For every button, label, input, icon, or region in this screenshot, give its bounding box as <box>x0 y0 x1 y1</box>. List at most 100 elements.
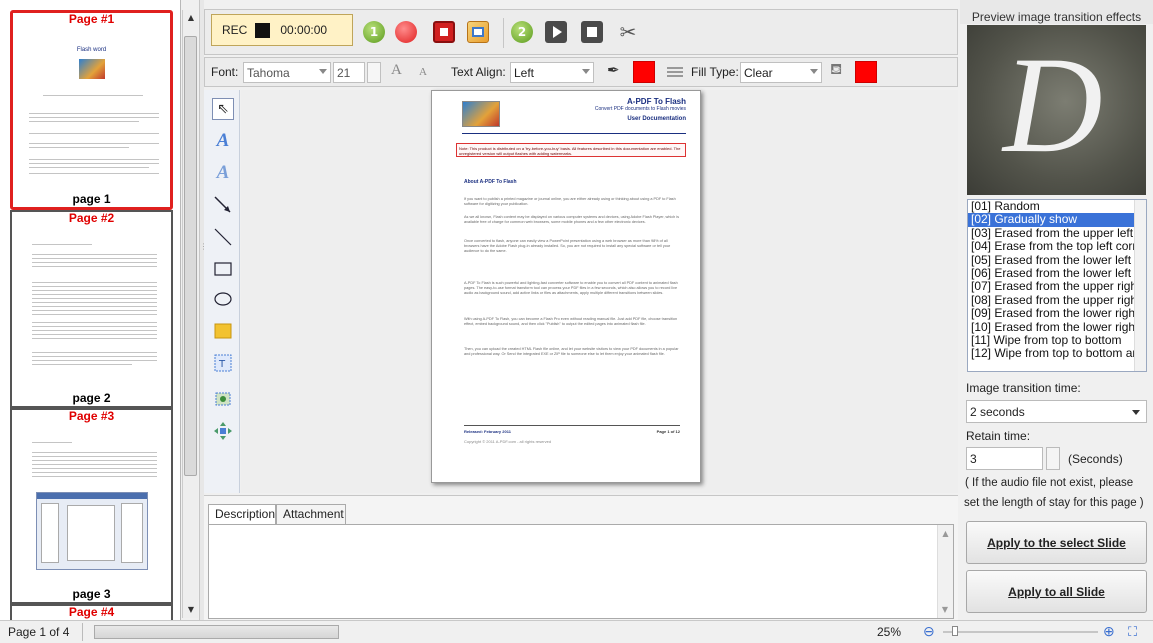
document-page-number: Page 1 of 12 <box>656 429 680 434</box>
retain-time-stepper[interactable] <box>1046 447 1060 470</box>
line-style-icon[interactable] <box>667 67 683 69</box>
scroll-up-icon[interactable]: ▲ <box>938 529 953 538</box>
effect-list-item[interactable]: [08] Erased from the upper right <box>968 294 1136 307</box>
retain-time-value: 3 <box>970 452 977 466</box>
thumbnail-page-4[interactable]: Page #4 <box>10 604 173 620</box>
apply-all-slides-button[interactable]: Apply to all Slide <box>966 570 1147 613</box>
fit-page-icon[interactable]: ⛶ <box>1128 624 1137 640</box>
thumbnail-scrollbar[interactable]: ▲ ▼ <box>182 10 198 618</box>
tab-attachment[interactable]: Attachment <box>276 504 346 524</box>
thumbnail-page-2[interactable]: Page #2 page 2 <box>10 210 173 408</box>
thumbnail-page-3[interactable]: Page #3 page 3 <box>10 408 173 604</box>
description-textarea[interactable]: ▲ ▼ <box>208 524 954 619</box>
thumbnail-label: page 3 <box>72 587 111 601</box>
zoom-in-icon[interactable]: ⊕ <box>1103 623 1115 640</box>
thumbnail-label: page 2 <box>72 391 111 405</box>
transition-preview-image: D <box>967 25 1146 195</box>
effect-list-item[interactable]: [07] Erased from the upper right <box>968 280 1136 293</box>
transition-time-select[interactable]: 2 seconds <box>966 400 1147 423</box>
zoom-slider[interactable] <box>943 631 1098 633</box>
arrow-line-tool-icon[interactable] <box>212 194 234 216</box>
document-paragraph: A-PDF To Flash is such powerful and ligh… <box>464 281 678 295</box>
document-paragraph: If you want to publish a printed magazin… <box>464 197 676 206</box>
stop-record-icon[interactable] <box>433 21 455 43</box>
step-2-icon[interactable]: 2 <box>511 21 533 43</box>
scroll-down-icon[interactable]: ▼ <box>938 605 952 614</box>
zoom-level: 25% <box>877 625 902 639</box>
text-outline-tool-icon[interactable]: A <box>212 162 234 184</box>
text-align-value: Left <box>514 66 535 80</box>
effect-list-item[interactable]: [09] Erased from the lower right <box>968 307 1136 320</box>
chevron-down-icon <box>319 69 327 74</box>
slide-canvas[interactable]: A-PDF To Flash Convert PDF documents to … <box>241 90 958 493</box>
format-toolbar: Font: Tahoma 21 A A Text Align: Left ✒ F… <box>204 57 958 87</box>
font-select[interactable]: Tahoma <box>243 62 331 83</box>
filled-rectangle-tool-icon[interactable] <box>212 320 234 342</box>
effect-list-item[interactable]: [01] Random <box>968 200 1136 213</box>
play-icon[interactable] <box>545 21 567 43</box>
ellipse-tool-icon[interactable] <box>212 288 234 310</box>
font-size-stepper[interactable] <box>367 62 381 83</box>
record-icon[interactable] <box>395 21 417 43</box>
fill-bucket-icon[interactable]: ⛾ <box>830 61 842 80</box>
rectangle-tool-icon[interactable] <box>212 258 234 280</box>
effect-list-item[interactable]: [05] Erased from the lower left c <box>968 254 1136 267</box>
drawing-toolbar: ⇖ A A T <box>204 90 240 493</box>
effect-list-item[interactable]: [12] Wipe from top to bottom an <box>968 347 1136 360</box>
increase-font-icon[interactable]: A <box>391 62 402 79</box>
effect-list-item[interactable]: [02] Gradually show <box>968 213 1136 227</box>
select-arrow-icon[interactable]: ⇖ <box>212 98 234 120</box>
text-box-tool-icon[interactable]: T <box>212 352 234 374</box>
stop-icon[interactable] <box>581 21 603 43</box>
transition-panel: Preview image transition effects D [01] … <box>960 0 1153 620</box>
description-scrollbar[interactable]: ▲ ▼ <box>937 525 953 618</box>
fill-type-select[interactable]: Clear <box>740 62 822 83</box>
svg-text:T: T <box>218 359 226 370</box>
clear-icon[interactable]: ✂ <box>617 21 639 43</box>
text-align-select[interactable]: Left <box>510 62 594 83</box>
document-section-heading: About A-PDF To Flash <box>464 179 517 185</box>
fill-color-swatch[interactable] <box>855 61 877 83</box>
recording-timer: REC 00:00:00 <box>211 14 353 46</box>
tab-description[interactable]: Description <box>208 504 276 525</box>
text-tool-icon[interactable]: A <box>212 130 234 152</box>
thumbnail-title: Page #3 <box>68 409 115 423</box>
scroll-up-icon[interactable]: ▲ <box>183 10 199 26</box>
zoom-out-icon[interactable]: ⊖ <box>923 623 935 640</box>
step-1-icon[interactable]: 1 <box>363 21 385 43</box>
import-audio-icon[interactable] <box>467 21 489 43</box>
text-color-pen-icon[interactable]: ✒ <box>607 61 620 79</box>
thumbnail-title: Page #1 <box>68 12 115 26</box>
transition-effects-list[interactable]: [01] Random [02] Gradually show [03] Erase… <box>967 199 1147 372</box>
thumbnail-page-1[interactable]: Page #1 Flash word page 1 <box>10 10 173 210</box>
thumbnail-label: page 1 <box>72 192 111 206</box>
zoom-slider-thumb[interactable] <box>952 626 958 636</box>
document-subtitle: Convert PDF documents to Flash movies <box>594 106 686 112</box>
transition-time-label: Image transition time: <box>966 381 1081 395</box>
effects-scrollbar[interactable] <box>1134 200 1146 371</box>
font-size-value: 21 <box>337 66 351 80</box>
effect-list-item[interactable]: [04] Erase from the top left corn <box>968 240 1136 253</box>
apply-selected-slide-button[interactable]: Apply to the select Slide <box>966 521 1147 564</box>
effect-list-item[interactable]: [03] Erased from the upper left c <box>968 227 1136 240</box>
effect-list-item[interactable]: [10] Erased from the lower right <box>968 321 1136 334</box>
effect-list-item[interactable]: [11] Wipe from top to bottom <box>968 334 1136 347</box>
decrease-font-icon[interactable]: A <box>419 66 427 78</box>
font-value: Tahoma <box>247 66 290 80</box>
rec-label: REC <box>222 23 248 37</box>
scrollbar-thumb[interactable] <box>184 36 197 476</box>
line-tool-icon[interactable] <box>212 226 234 248</box>
font-size-input[interactable]: 21 <box>333 62 365 83</box>
thumbnail-heading: Flash word <box>76 47 107 53</box>
chevron-down-icon <box>810 69 818 74</box>
document-subheading: User Documentation <box>627 116 686 122</box>
rec-stop-square-icon <box>255 22 271 38</box>
text-color-swatch[interactable] <box>633 61 655 83</box>
effect-list-item[interactable]: [06] Erased from the lower left c <box>968 267 1136 280</box>
move-tool-icon[interactable] <box>212 420 234 442</box>
scroll-down-icon[interactable]: ▼ <box>183 602 199 618</box>
retain-time-input[interactable]: 3 <box>966 447 1043 470</box>
hint-text-line-2: set the length of stay for this page ) <box>964 497 1144 509</box>
image-tool-icon[interactable] <box>212 388 234 410</box>
document-logo-image <box>462 101 500 127</box>
